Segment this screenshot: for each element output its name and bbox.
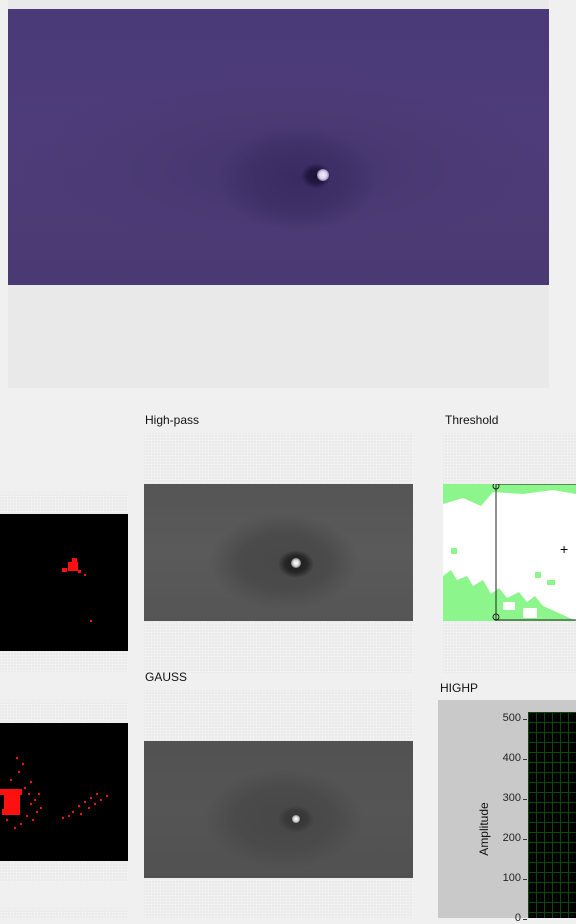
blob-pixel bbox=[96, 793, 98, 795]
y-tick-mark bbox=[523, 719, 527, 720]
y-tick-mark bbox=[523, 759, 527, 760]
y-tick-label: 300 bbox=[502, 792, 521, 804]
threshold-blob-image bbox=[0, 514, 128, 651]
blob-pixel bbox=[94, 803, 96, 805]
gauss-image bbox=[144, 741, 413, 878]
blob-pixel bbox=[16, 757, 18, 759]
threshold-mask bbox=[443, 484, 576, 621]
blob-pixel bbox=[72, 811, 74, 813]
y-tick-mark bbox=[523, 799, 527, 800]
y-tick-label: 500 bbox=[502, 712, 521, 724]
threshold-label: Threshold bbox=[445, 413, 499, 427]
blob-pixel bbox=[88, 807, 90, 809]
blob-pixel bbox=[90, 620, 92, 622]
blob-pixel bbox=[6, 819, 8, 821]
threshold-image[interactable]: + bbox=[443, 484, 576, 621]
y-axis-label: Amplitude bbox=[477, 802, 491, 856]
y-tick-mark bbox=[523, 839, 527, 840]
blob-pixel bbox=[84, 801, 86, 803]
y-tick-label: 200 bbox=[502, 832, 521, 844]
blob-pixel bbox=[78, 570, 81, 573]
blob-pixel bbox=[0, 789, 22, 795]
blob-pixel bbox=[34, 799, 36, 801]
y-tick-mark bbox=[523, 919, 527, 920]
high-pass-label: High-pass bbox=[145, 413, 200, 427]
blob-pixel bbox=[26, 815, 28, 817]
y-tick-mark bbox=[523, 879, 527, 880]
high-pass-image bbox=[144, 484, 413, 621]
blob-pixel bbox=[10, 779, 12, 781]
blob-pixel bbox=[90, 797, 92, 799]
blob-pixel bbox=[28, 793, 30, 795]
blob-pixel bbox=[22, 763, 24, 765]
gauss-label: GAUSS bbox=[145, 670, 188, 684]
highp-plot-area[interactable] bbox=[528, 712, 576, 918]
y-tick-label: 400 bbox=[502, 752, 521, 764]
blob-pixel bbox=[36, 811, 38, 813]
y-axis-label-wrap: Amplitude bbox=[474, 798, 494, 858]
blob-pixel bbox=[8, 801, 14, 807]
blob-pixel bbox=[32, 819, 34, 821]
blob-pixel bbox=[100, 799, 102, 801]
gauss-glint bbox=[292, 815, 300, 823]
blob-pixel bbox=[72, 558, 77, 563]
blob-pixel bbox=[30, 781, 32, 783]
blob-pixel bbox=[18, 771, 20, 773]
blob-panel-third bbox=[0, 908, 128, 918]
high-pass-glint bbox=[291, 558, 301, 568]
blob-pixel bbox=[78, 805, 80, 807]
blob-pixel bbox=[38, 793, 40, 795]
blob-pixel bbox=[2, 809, 20, 815]
blob-pixel bbox=[106, 795, 108, 797]
highp-chart-title: HIGHP bbox=[440, 681, 479, 695]
blob-pixel bbox=[84, 574, 86, 576]
blob-pixel bbox=[20, 823, 22, 825]
roi-center-marker: + bbox=[560, 541, 569, 557]
y-tick-label: 100 bbox=[502, 872, 521, 884]
pupil-glint bbox=[317, 169, 329, 181]
eye-camera-image bbox=[8, 9, 549, 285]
blob-pixel bbox=[30, 803, 32, 805]
blob-pixel bbox=[68, 815, 70, 817]
blob-pixel bbox=[62, 568, 67, 572]
blob-pixel bbox=[62, 817, 64, 819]
blob-pixel bbox=[14, 827, 16, 829]
blob-pixel bbox=[68, 562, 78, 571]
blob-pixel bbox=[80, 813, 82, 815]
detected-blob-image bbox=[0, 723, 128, 861]
y-tick-label: 0 bbox=[514, 912, 521, 924]
blob-pixel bbox=[24, 787, 26, 789]
blob-pixel bbox=[40, 807, 42, 809]
